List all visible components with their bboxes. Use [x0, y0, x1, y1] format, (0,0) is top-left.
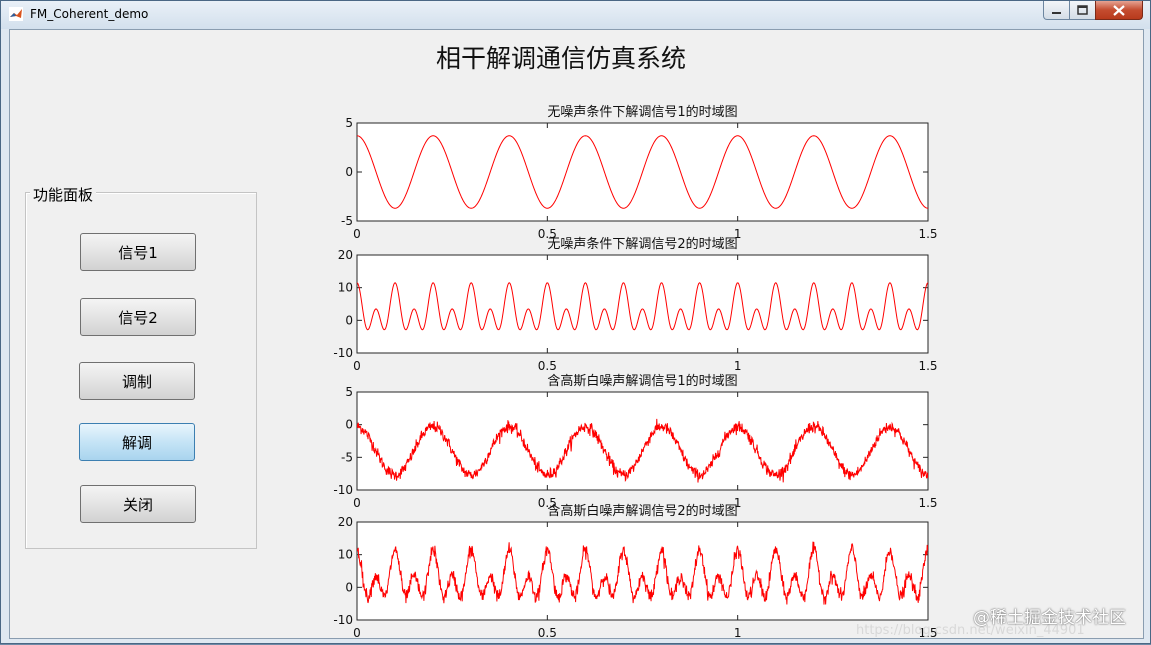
minimize-button[interactable] [1043, 1, 1070, 20]
minimize-icon [1052, 12, 1061, 14]
signal1-button[interactable]: 信号1 [80, 233, 196, 271]
modulate-button[interactable]: 调制 [79, 362, 195, 400]
main-title: 相干解调通信仿真系统 [435, 44, 686, 73]
panel-title: 功能面板 [30, 184, 97, 205]
app-window: FM_Coherent_demo 相干解调通信仿真系统 功能面板 信号1 信号2… [0, 0, 1151, 644]
close-window-button[interactable] [1095, 1, 1143, 20]
close-icon [1113, 5, 1125, 16]
signal2-button[interactable]: 信号2 [80, 298, 196, 336]
matlab-logo-icon [9, 7, 23, 21]
maximize-button[interactable] [1069, 1, 1096, 20]
watermark: @稀土掘金技术社区 [973, 608, 1126, 628]
close-button[interactable]: 关闭 [80, 485, 196, 523]
demodulate-button[interactable]: 解调 [79, 423, 195, 461]
window-title: FM_Coherent_demo [30, 7, 149, 21]
maximize-icon [1077, 5, 1088, 15]
title-bar[interactable]: FM_Coherent_demo [1, 1, 1150, 29]
